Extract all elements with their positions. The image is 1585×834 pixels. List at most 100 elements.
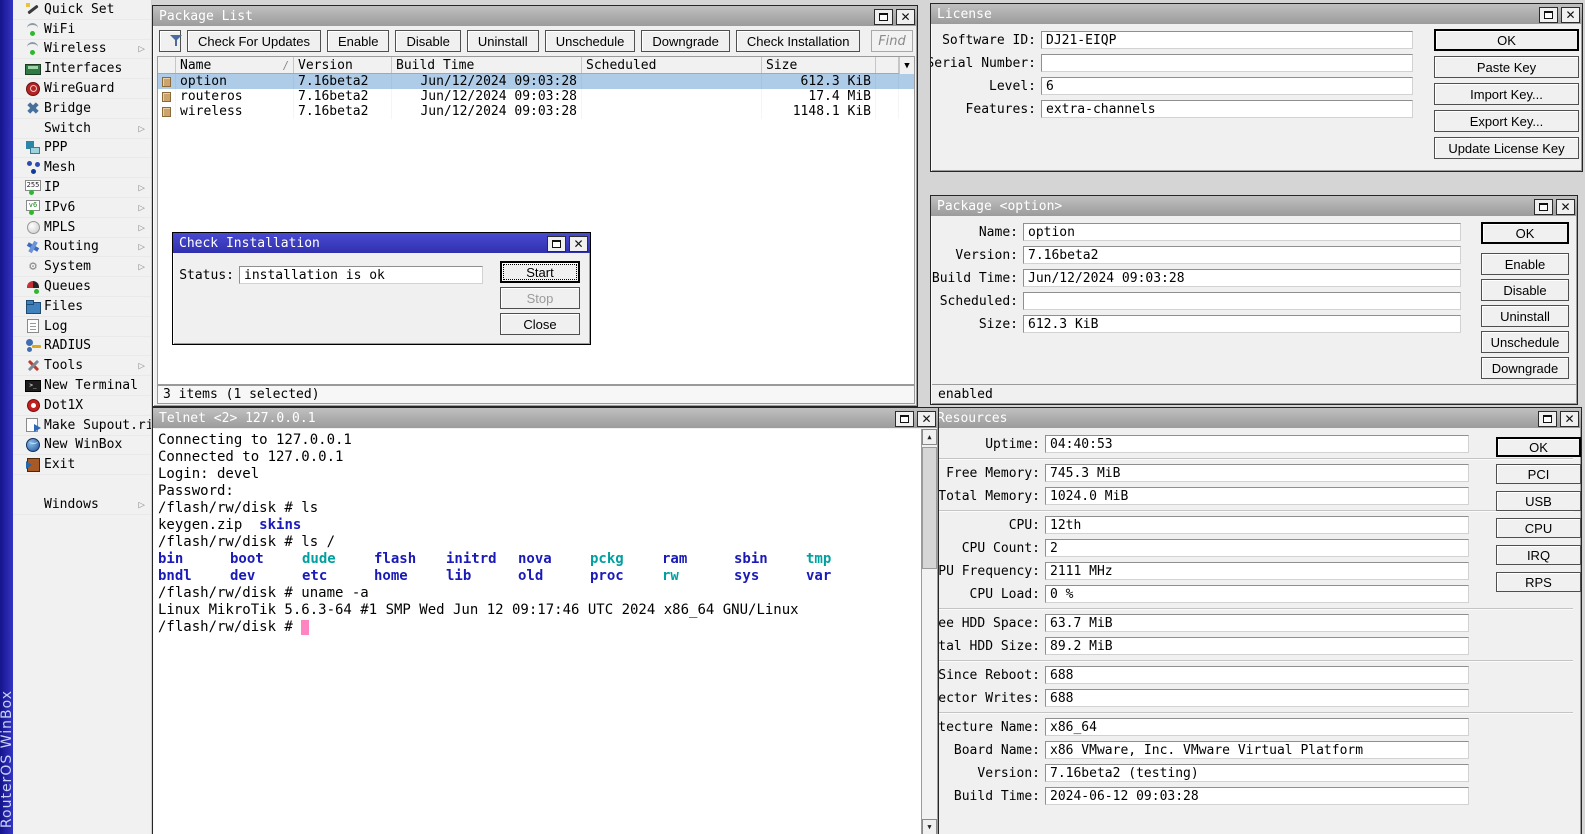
titlebar-license[interactable]: License ✕ <box>931 4 1582 24</box>
ok-button[interactable]: OK <box>1496 437 1581 457</box>
column-header-version[interactable]: Version <box>294 57 392 73</box>
package-option-field-size[interactable]: 612.3 KiB <box>1023 315 1461 333</box>
update-license-key-button[interactable]: Update License Key <box>1434 137 1579 159</box>
enable-button[interactable]: Enable <box>327 30 389 52</box>
resources-field-cpu-count[interactable]: 2 <box>1045 539 1469 557</box>
resources-field-free-hdd-space[interactable]: 63.7 MiB <box>1045 614 1469 632</box>
pci-button[interactable]: PCI <box>1496 464 1581 484</box>
license-field-level[interactable]: 6 <box>1041 77 1413 95</box>
titlebar-package-list[interactable]: Package List ✕ <box>153 6 917 26</box>
sidebar-item-ip[interactable]: IP▷ <box>13 178 151 198</box>
sidebar-item-switch[interactable]: Switch▷ <box>13 119 151 139</box>
resources-field-cpu[interactable]: 12th <box>1045 516 1469 534</box>
enable-button[interactable]: Enable <box>1481 253 1569 275</box>
ok-button[interactable]: OK <box>1434 29 1579 51</box>
sidebar-item-ppp[interactable]: PPP <box>13 139 151 159</box>
maximize-button[interactable] <box>1539 7 1558 23</box>
resources-field-total-memory[interactable]: 1024.0 MiB <box>1045 487 1469 505</box>
paste-key-button[interactable]: Paste Key <box>1434 56 1579 78</box>
close-button[interactable]: ✕ <box>1556 199 1575 215</box>
package-option-field-version[interactable]: 7.16beta2 <box>1023 246 1461 264</box>
sidebar-item-routing[interactable]: Routing▷ <box>13 238 151 258</box>
titlebar-check-installation[interactable]: Check Installation ✕ <box>173 233 590 253</box>
check-for-updates-button[interactable]: Check For Updates <box>187 30 321 52</box>
sidebar-item-dot1x[interactable]: Dot1X <box>13 396 151 416</box>
package-option-field-scheduled[interactable] <box>1023 292 1461 310</box>
start-button[interactable]: Start <box>500 261 580 283</box>
downgrade-button[interactable]: Downgrade <box>641 30 730 52</box>
column-header-name[interactable]: Name∕ <box>176 57 294 73</box>
close-button[interactable]: ✕ <box>1560 411 1579 427</box>
resources-field-sector-writes-since-reboot[interactable]: 688 <box>1045 666 1469 684</box>
check-installation-button[interactable]: Check Installation <box>736 30 861 52</box>
sidebar-item-bridge[interactable]: Bridge <box>13 99 151 119</box>
import-key-button[interactable]: Import Key... <box>1434 83 1579 105</box>
titlebar-resources[interactable]: Resources ✕ <box>931 408 1581 428</box>
table-row[interactable]: option7.16beta2Jun/12/2024 09:03:28612.3… <box>158 74 914 89</box>
scroll-up-button[interactable]: ▲ <box>922 429 937 445</box>
terminal-output[interactable]: Connecting to 127.0.0.1Connected to 127.… <box>154 429 921 834</box>
resources-field-board-name[interactable]: x86 VMware, Inc. VMware Virtual Platform <box>1045 741 1469 759</box>
resources-field-cpu-frequency[interactable]: 2111 MHz <box>1045 562 1469 580</box>
sidebar-item-make-supout-rif[interactable]: Make Supout.rif <box>13 416 151 436</box>
downgrade-button[interactable]: Downgrade <box>1481 357 1569 379</box>
titlebar-package-option[interactable]: Package <option> ✕ <box>931 196 1577 216</box>
resources-field-version[interactable]: 7.16beta2 (testing) <box>1045 764 1469 782</box>
sidebar-item-queues[interactable]: Queues <box>13 277 151 297</box>
find-button[interactable]: Find <box>871 30 913 52</box>
disable-button[interactable]: Disable <box>1481 279 1569 301</box>
maximize-button[interactable] <box>895 411 914 427</box>
terminal-scrollbar[interactable]: ▲ ▼ <box>921 429 937 834</box>
sidebar-item-files[interactable]: Files <box>13 297 151 317</box>
sidebar-item-new-winbox[interactable]: New WinBox <box>13 436 151 456</box>
resources-field-total-hdd-size[interactable]: 89.2 MiB <box>1045 637 1469 655</box>
column-selector-button[interactable]: ▼ <box>899 57 914 74</box>
license-field-software-id[interactable]: DJ21-EIQP <box>1041 31 1413 49</box>
sidebar-item-interfaces[interactable]: Interfaces <box>13 59 151 79</box>
cpu-button[interactable]: CPU <box>1496 518 1581 538</box>
resources-field-total-sector-writes[interactable]: 688 <box>1045 689 1469 707</box>
maximize-button[interactable] <box>874 9 893 25</box>
column-header-size[interactable]: Size <box>762 57 876 73</box>
maximize-button[interactable] <box>547 236 566 252</box>
column-header-build-time[interactable]: Build Time <box>392 57 582 73</box>
irq-button[interactable]: IRQ <box>1496 545 1581 565</box>
sidebar-item-wireless[interactable]: Wireless▷ <box>13 40 151 60</box>
column-header-scheduled[interactable]: Scheduled <box>582 57 762 73</box>
sidebar-item-radius[interactable]: RADIUS <box>13 337 151 357</box>
usb-button[interactable]: USB <box>1496 491 1581 511</box>
sidebar-item-exit[interactable]: Exit <box>13 455 151 475</box>
resources-field-cpu-load[interactable]: 0 % <box>1045 585 1469 603</box>
license-field-serial-number[interactable] <box>1041 54 1413 72</box>
titlebar-telnet[interactable]: Telnet <2> 127.0.0.1 ✕ <box>153 408 938 428</box>
table-row[interactable]: routeros7.16beta2Jun/12/2024 09:03:2817.… <box>158 89 914 104</box>
table-row[interactable]: wireless7.16beta2Jun/12/2024 09:03:28114… <box>158 104 914 119</box>
package-option-field-name[interactable]: option <box>1023 223 1461 241</box>
close-button[interactable]: ✕ <box>896 9 915 25</box>
resources-field-uptime[interactable]: 04:40:53 <box>1045 435 1469 453</box>
sidebar-item-mesh[interactable]: Mesh <box>13 158 151 178</box>
uninstall-button[interactable]: Uninstall <box>1481 305 1569 327</box>
ok-button[interactable]: OK <box>1481 222 1569 244</box>
scrollbar-thumb[interactable] <box>922 447 937 569</box>
resources-field-architecture-name[interactable]: x86_64 <box>1045 718 1469 736</box>
sidebar-item-mpls[interactable]: MPLS▷ <box>13 218 151 238</box>
maximize-button[interactable] <box>1538 411 1557 427</box>
close-button[interactable]: ✕ <box>569 236 588 252</box>
close-button[interactable]: ✕ <box>1561 7 1580 23</box>
maximize-button[interactable] <box>1534 199 1553 215</box>
scroll-down-button[interactable]: ▼ <box>922 819 937 834</box>
sidebar-item-log[interactable]: Log <box>13 317 151 337</box>
close-button[interactable]: ✕ <box>917 411 936 427</box>
unschedule-button[interactable]: Unschedule <box>545 30 636 52</box>
sidebar-item-tools[interactable]: Tools▷ <box>13 356 151 376</box>
sidebar-item-windows[interactable]: Windows▷ <box>13 495 151 515</box>
close-button[interactable]: Close <box>500 313 580 335</box>
unschedule-button[interactable]: Unschedule <box>1481 331 1569 353</box>
sidebar-item-wireguard[interactable]: WireGuard <box>13 79 151 99</box>
resources-field-build-time[interactable]: 2024-06-12 09:03:28 <box>1045 787 1469 805</box>
resources-field-free-memory[interactable]: 745.3 MiB <box>1045 464 1469 482</box>
sidebar-item-ipv6[interactable]: IPv6▷ <box>13 198 151 218</box>
sidebar-item-new-terminal[interactable]: New Terminal <box>13 376 151 396</box>
disable-button[interactable]: Disable <box>395 30 460 52</box>
